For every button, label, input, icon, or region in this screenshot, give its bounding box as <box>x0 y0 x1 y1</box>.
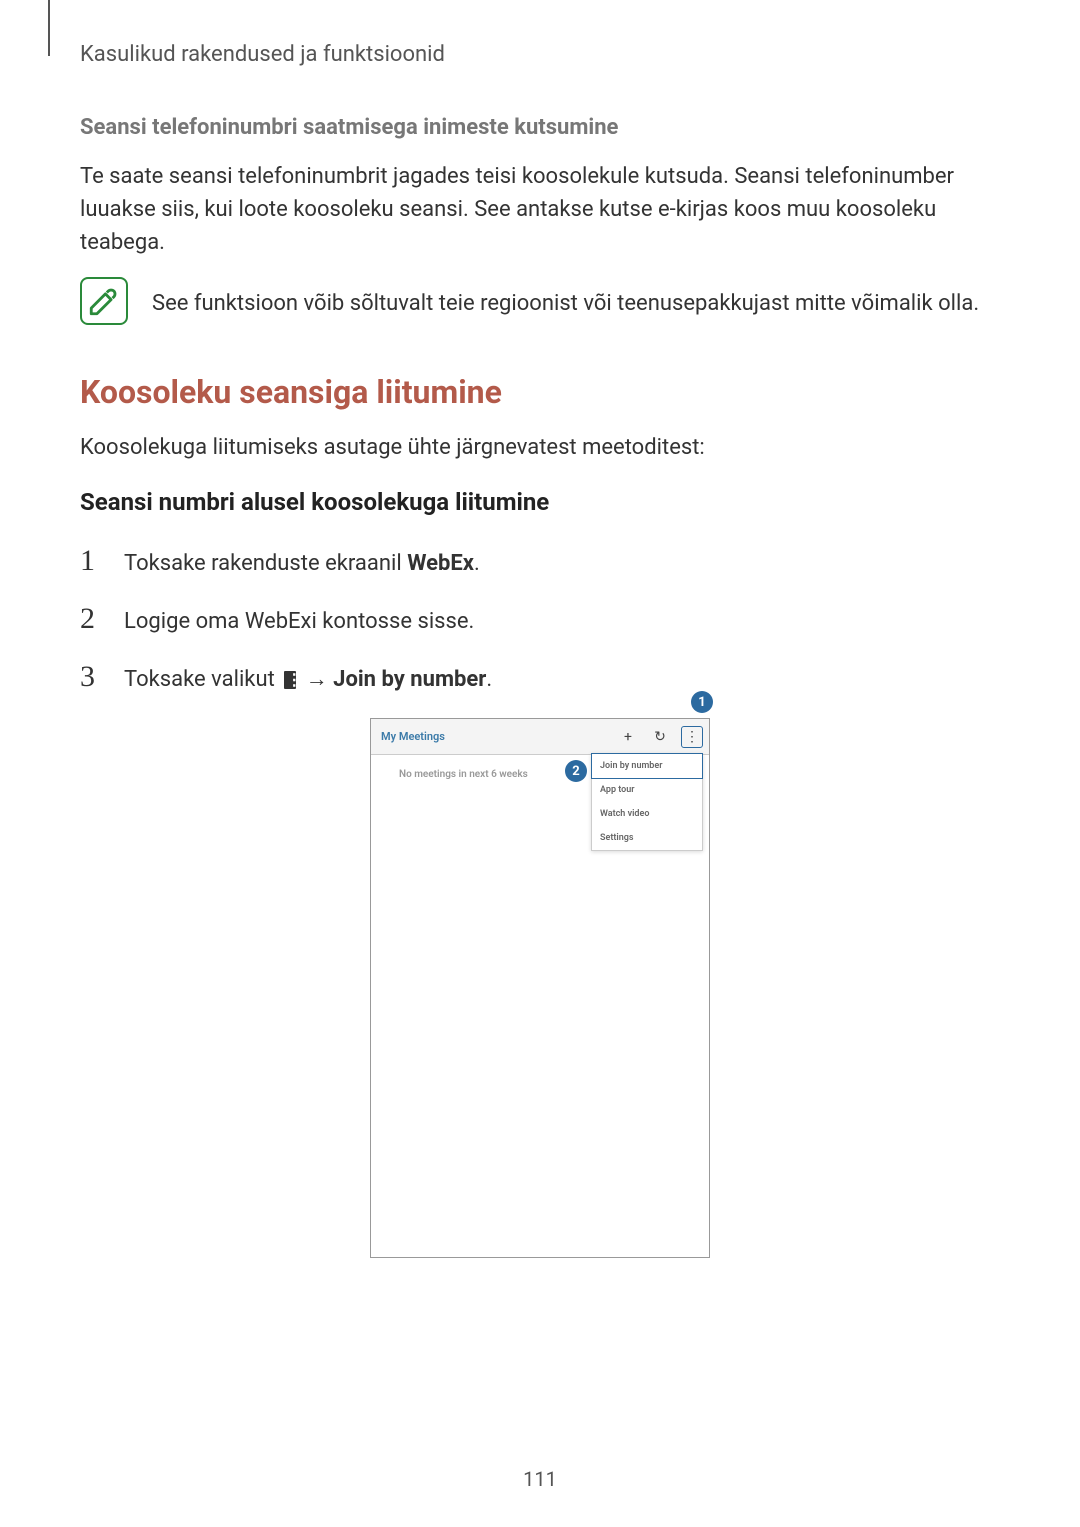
menu-app-tour[interactable]: App tour <box>592 778 702 802</box>
step-3-arrow: → <box>300 667 333 692</box>
step-1-post: . <box>474 551 480 576</box>
step-1-pre: Toksake rakenduste ekraanil <box>124 551 407 576</box>
note-text: See funktsioon võib sõltuvalt teie regio… <box>152 277 979 320</box>
step-1-number: 1 <box>80 544 106 578</box>
section1-title: Seansi telefoninumbri saatmisega inimest… <box>80 115 1000 140</box>
menu-watch-video[interactable]: Watch video <box>592 802 702 826</box>
refresh-icon[interactable]: ↻ <box>649 726 671 748</box>
phone-top-icons: + ↻ ⋮ <box>617 726 703 748</box>
more-icon[interactable]: ⋮ <box>681 726 703 748</box>
callout-2: 2 <box>565 760 587 782</box>
plus-icon[interactable]: + <box>617 726 639 748</box>
step-3-bold: Join by number <box>333 667 486 692</box>
step-list: 1 Toksake rakenduste ekraanil WebEx. 2 L… <box>80 544 1000 696</box>
menu-join-by-number[interactable]: Join by number <box>591 753 703 779</box>
phone-screenshot-wrap: 1 My Meetings + ↻ ⋮ 2 No meetings in nex… <box>80 718 1000 1258</box>
step-2: 2 Logige oma WebExi kontosse sisse. <box>80 602 1000 638</box>
step-3: 3 Toksake valikut → Join by number. <box>80 660 1000 696</box>
step-2-text: Logige oma WebExi kontosse sisse. <box>124 605 474 638</box>
section2-subheading: Seansi numbri alusel koosolekuga liitumi… <box>80 488 1000 516</box>
pen-note-icon <box>87 284 121 318</box>
menu-settings[interactable]: Settings <box>592 826 702 850</box>
note-icon <box>80 277 128 325</box>
page-header: Kasulikud rakendused ja funktsioonid <box>80 42 1000 67</box>
section1-body: Te saate seansi telefoninumbrit jagades … <box>80 160 1000 259</box>
step-1: 1 Toksake rakenduste ekraanil WebEx. <box>80 544 1000 580</box>
note-row: See funktsioon võib sõltuvalt teie regio… <box>80 277 1000 325</box>
step-3-pre: Toksake valikut <box>124 667 280 692</box>
phone-body: 2 No meetings in next 6 weeks Join by nu… <box>371 755 709 1257</box>
step-3-post: . <box>486 667 492 692</box>
step-1-text: Toksake rakenduste ekraanil WebEx. <box>124 547 480 580</box>
more-menu-icon <box>284 671 296 689</box>
section2-title: Koosoleku seansiga liitumine <box>80 373 1000 411</box>
phone-screenshot: 1 My Meetings + ↻ ⋮ 2 No meetings in nex… <box>370 718 710 1258</box>
step-1-bold: WebEx <box>407 551 474 576</box>
page-content: Kasulikud rakendused ja funktsioonid Sea… <box>0 0 1080 1527</box>
step-3-number: 3 <box>80 660 106 694</box>
callout-1: 1 <box>691 691 713 713</box>
dropdown-menu: Join by number App tour Watch video Sett… <box>591 753 703 851</box>
step-3-text: Toksake valikut → Join by number. <box>124 663 492 696</box>
section2-intro: Koosolekuga liitumiseks asutage ühte jär… <box>80 431 1000 464</box>
phone-topbar: My Meetings + ↻ ⋮ <box>371 719 709 755</box>
step-2-number: 2 <box>80 602 106 636</box>
page-number: 111 <box>0 1467 1080 1491</box>
phone-title: My Meetings <box>381 730 617 743</box>
